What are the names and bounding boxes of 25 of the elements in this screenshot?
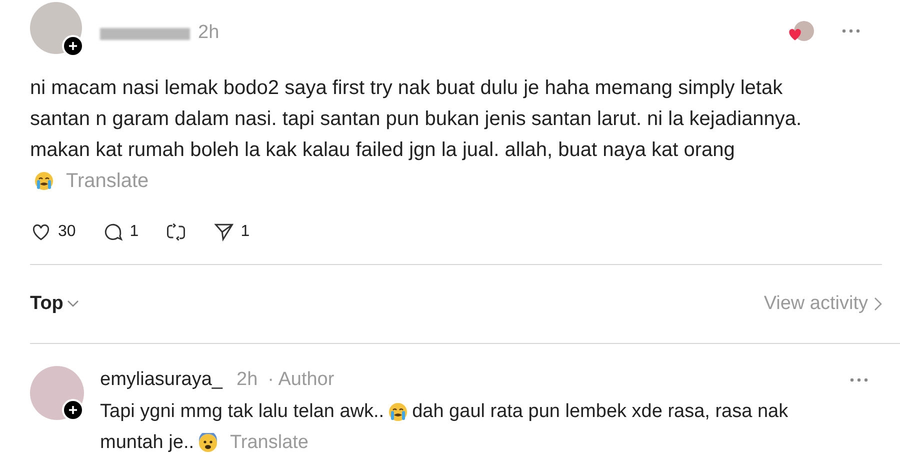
action-button[interactable]: 1 bbox=[102, 220, 139, 244]
send-icon bbox=[212, 221, 235, 243]
author-label: · Author bbox=[268, 368, 334, 392]
post-text: dah gaul rata pun lembek xde rasa, rasa nak bbox=[412, 400, 788, 424]
crying-face-icon bbox=[388, 402, 408, 422]
post-text: ni macam nasi lemak bodo2 saya first try nak buat dulu je haha memang simply letak bbox=[30, 76, 783, 100]
action-button[interactable] bbox=[164, 221, 187, 243]
post-text: makan kat rumah boleh la kak kalau failed jgn la jual. allah, buat naya kat orang bbox=[30, 138, 735, 162]
more-options-icon[interactable] bbox=[842, 29, 860, 33]
action-button[interactable]: 30 bbox=[30, 220, 76, 244]
more-options-icon[interactable] bbox=[850, 378, 868, 382]
action-button[interactable]: 1 bbox=[212, 220, 250, 244]
post-text: muntah je.. bbox=[100, 430, 194, 455]
post-text: Tapi ygni mmg tak lalu telan awk.. bbox=[100, 400, 384, 424]
sort-dropdown[interactable]: Top bbox=[30, 290, 80, 318]
comment-time: 2h bbox=[236, 368, 258, 392]
anxious-face-icon bbox=[198, 433, 218, 453]
username[interactable]: emyliasuraya_ bbox=[100, 366, 222, 394]
chevron-right-icon bbox=[874, 297, 882, 311]
follow-plus-icon[interactable] bbox=[62, 35, 84, 57]
chevron-down-icon bbox=[67, 300, 80, 308]
post-time: 2h bbox=[198, 20, 220, 45]
repost-icon bbox=[164, 221, 187, 243]
crying-face-icon bbox=[34, 170, 54, 190]
post-text: santan n garam dalam nasi. tapi santan pun bukan jenis santan larut. ni la kejadiannya. bbox=[30, 106, 802, 132]
